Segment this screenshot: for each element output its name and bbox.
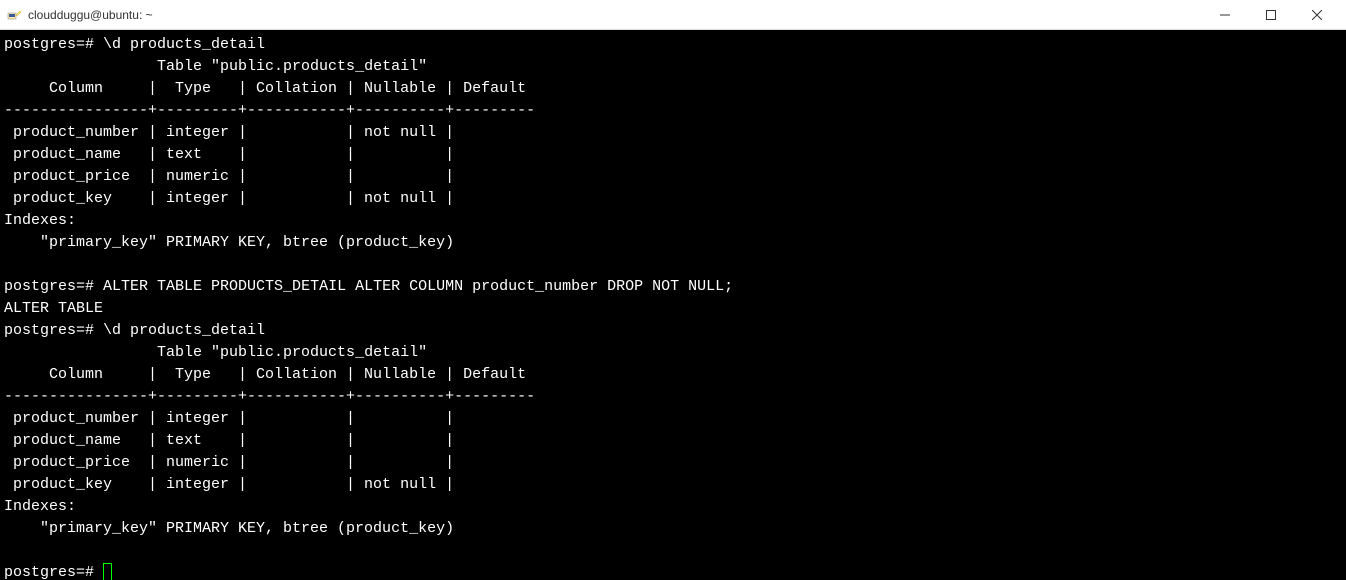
index-line: "primary_key" PRIMARY KEY, btree (produc… <box>4 520 454 537</box>
table-row: product_number | integer | | | <box>4 410 454 427</box>
table-header: Column | Type | Collation | Nullable | D… <box>4 366 526 383</box>
table-row: product_price | numeric | | | <box>4 168 454 185</box>
table-row: product_name | text | | | <box>4 432 454 449</box>
indexes-label: Indexes: <box>4 498 76 515</box>
close-button[interactable] <box>1294 0 1340 30</box>
putty-icon <box>6 7 22 23</box>
minimize-button[interactable] <box>1202 0 1248 30</box>
table-row: product_name | text | | | <box>4 146 454 163</box>
table-divider: ----------------+---------+-----------+-… <box>4 388 535 405</box>
table-row: product_key | integer | | not null | <box>4 476 454 493</box>
command: \d products_detail <box>103 36 265 53</box>
table-divider: ----------------+---------+-----------+-… <box>4 102 535 119</box>
table-row: product_number | integer | | not null | <box>4 124 454 141</box>
indexes-label: Indexes: <box>4 212 76 229</box>
command: \d products_detail <box>103 322 265 339</box>
prompt: postgres=# <box>4 564 94 580</box>
prompt: postgres=# <box>4 36 94 53</box>
table-title: Table "public.products_detail" <box>157 58 427 75</box>
table-row: product_key | integer | | not null | <box>4 190 454 207</box>
prompt: postgres=# <box>4 322 94 339</box>
window-title: cloudduggu@ubuntu: ~ <box>28 8 1202 22</box>
index-line: "primary_key" PRIMARY KEY, btree (produc… <box>4 234 454 251</box>
maximize-button[interactable] <box>1248 0 1294 30</box>
titlebar: cloudduggu@ubuntu: ~ <box>0 0 1346 30</box>
terminal[interactable]: postgres=# \d products_detail Table "pub… <box>0 30 1346 580</box>
command: ALTER TABLE PRODUCTS_DETAIL ALTER COLUMN… <box>103 278 733 295</box>
table-title: Table "public.products_detail" <box>157 344 427 361</box>
table-row: product_price | numeric | | | <box>4 454 454 471</box>
result: ALTER TABLE <box>4 300 103 317</box>
prompt: postgres=# <box>4 278 94 295</box>
table-header: Column | Type | Collation | Nullable | D… <box>4 80 526 97</box>
cursor <box>103 563 112 580</box>
window-controls <box>1202 0 1340 30</box>
